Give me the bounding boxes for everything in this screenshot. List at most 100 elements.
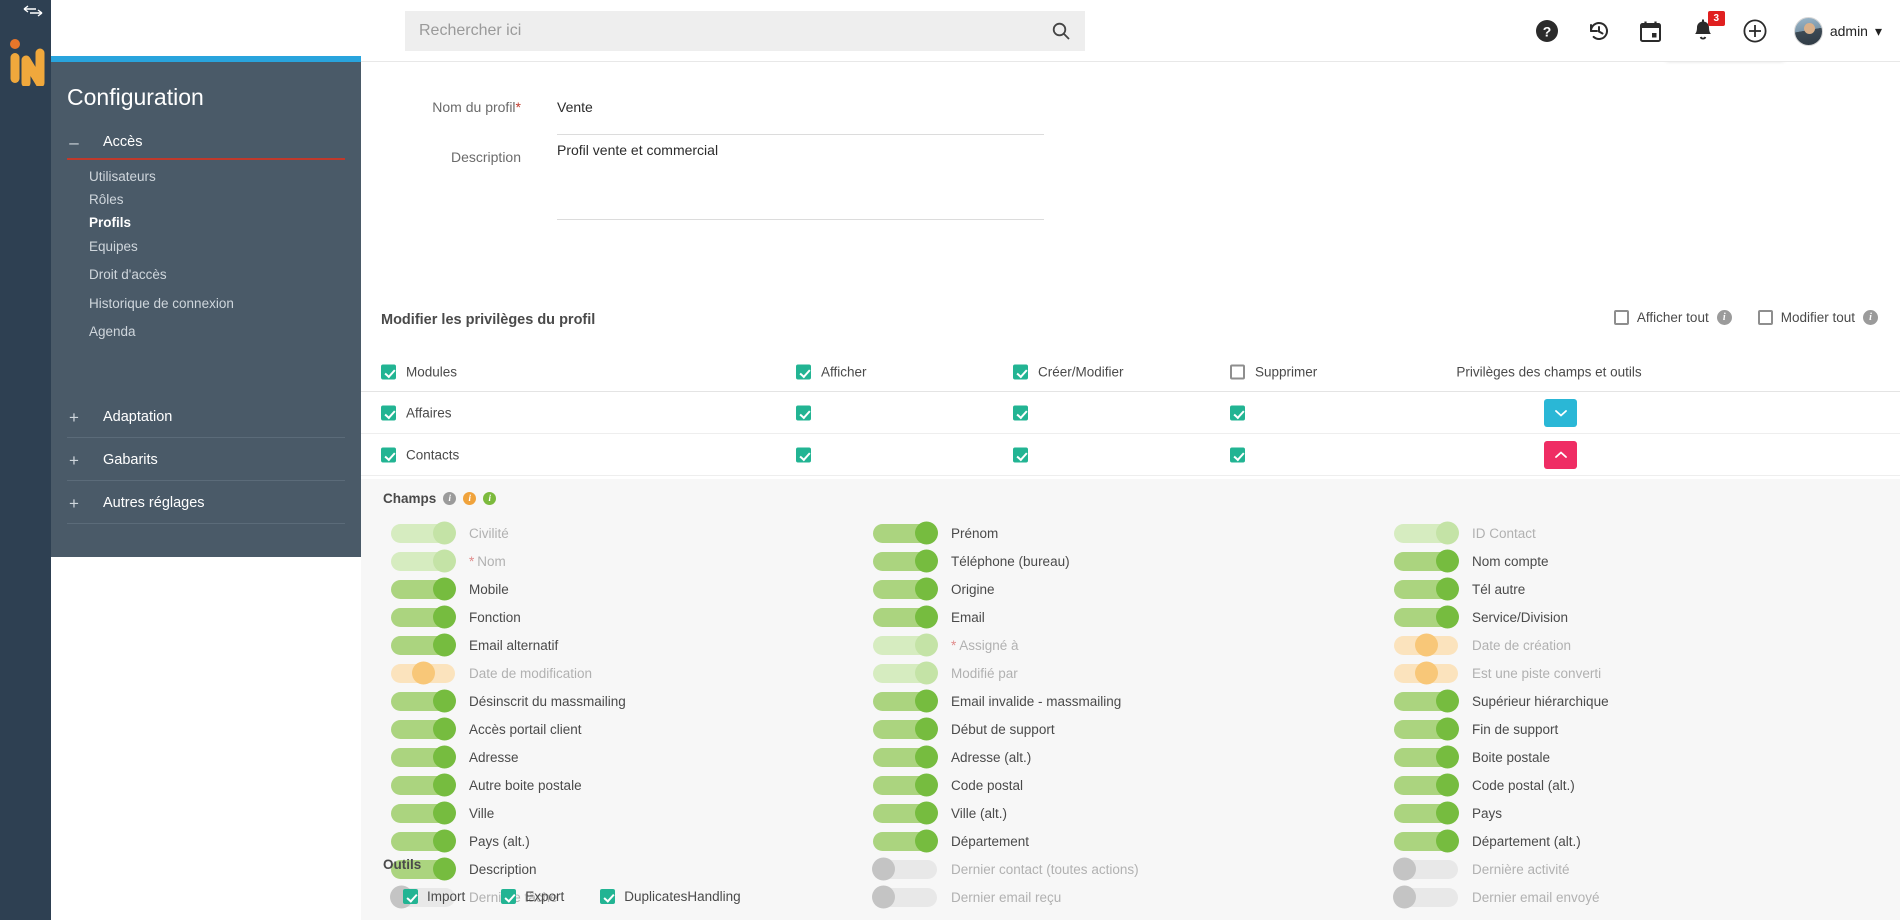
toggle-acces-portail-client[interactable]: [391, 717, 456, 741]
expand-affaires-button[interactable]: [1544, 398, 1577, 427]
tool-export[interactable]: Export: [501, 889, 564, 904]
sidebar-item-historique[interactable]: Historique de connexion: [89, 296, 234, 311]
tool-import[interactable]: Import: [403, 889, 465, 904]
user-menu[interactable]: admin ▾: [1793, 16, 1882, 46]
tool-label: Export: [525, 889, 565, 904]
toggle-date-de-creation[interactable]: [1394, 633, 1458, 657]
field-label: Autre boite postale: [469, 777, 582, 793]
legend-grey-info-icon[interactable]: i: [443, 492, 457, 505]
cell-supprimer[interactable]: [1230, 447, 1245, 462]
legend-orange-info-icon[interactable]: i: [463, 492, 477, 505]
toggle-dernier-contact[interactable]: [872, 857, 937, 881]
sidebar-group-adaptation[interactable]: + Adaptation: [67, 405, 172, 429]
toggle-departement-alt[interactable]: [1394, 829, 1459, 853]
toggle-email-invalide-massmailing[interactable]: [873, 689, 938, 713]
cell-afficher[interactable]: [796, 405, 811, 420]
info-icon[interactable]: i: [1863, 310, 1878, 325]
field-value-description[interactable]: Profil vente et commercial: [557, 142, 718, 158]
toggle-mobile[interactable]: [391, 577, 456, 601]
search-icon[interactable]: [1051, 21, 1071, 41]
column-header-creer-modifier[interactable]: Créer/Modifier: [1013, 364, 1124, 379]
toggle-autre-boite-postale[interactable]: [391, 773, 456, 797]
sidebar-item-equipes[interactable]: Equipes: [89, 239, 138, 254]
toggle-service-division[interactable]: [1394, 605, 1459, 629]
toggle-dernier-email-recu[interactable]: [872, 885, 937, 909]
field-value-nom-du-profil[interactable]: Vente: [557, 99, 593, 115]
sidebar-group-label: Gabarits: [103, 452, 158, 468]
field-row-description: Description: [391, 855, 626, 883]
sidebar-item-droit-d-acces[interactable]: Droit d'accès: [89, 267, 167, 282]
sidebar-item-utilisateurs[interactable]: Utilisateurs: [89, 169, 156, 184]
field-row-code-postal: Code postal: [873, 771, 1139, 799]
afficher-tout-checkbox[interactable]: Afficher tout i: [1613, 310, 1732, 325]
modifier-tout-checkbox[interactable]: Modifier tout i: [1757, 310, 1878, 325]
row-module-affaires[interactable]: Affaires: [381, 405, 452, 420]
toggle-nom[interactable]: [391, 549, 456, 573]
champs-title: Champs i i i: [383, 491, 497, 506]
sidebar-group-autres-reglages[interactable]: + Autres réglages: [67, 491, 205, 515]
collapse-arrows-icon[interactable]: [22, 4, 46, 20]
sidebar-group-acces[interactable]: – Accès: [67, 130, 142, 154]
toggle-civilite[interactable]: [391, 521, 456, 545]
toggle-departement[interactable]: [873, 829, 938, 853]
toggle-ville[interactable]: [391, 801, 456, 825]
toggle-origine[interactable]: [873, 577, 938, 601]
calendar-icon[interactable]: [1638, 18, 1664, 44]
column-header-supprimer[interactable]: Supprimer: [1230, 364, 1317, 379]
toggle-pays[interactable]: [1394, 801, 1459, 825]
toggle-id-contact[interactable]: [1394, 521, 1459, 545]
toggle-boite-postale[interactable]: [1394, 745, 1459, 769]
toggle-assigne-a[interactable]: [873, 633, 938, 657]
toggle-nom-compte[interactable]: [1394, 549, 1459, 573]
toggle-prenom[interactable]: [873, 521, 938, 545]
checkbox-box: [1757, 310, 1773, 325]
cell-creer-modifier[interactable]: [1013, 405, 1028, 420]
toggle-desinscrit-du-massmailing[interactable]: [391, 689, 456, 713]
user-name: admin: [1829, 23, 1868, 39]
field-label: Email alternatif: [469, 637, 559, 653]
global-search[interactable]: [405, 11, 1085, 51]
cell-supprimer[interactable]: [1230, 405, 1245, 420]
add-circle-icon[interactable]: [1742, 18, 1768, 44]
toggle-telephone-bureau[interactable]: [873, 549, 938, 573]
row-module-contacts[interactable]: Contacts: [381, 447, 459, 462]
sidebar-item-profils[interactable]: Profils: [89, 215, 131, 230]
toggle-derniere-activite[interactable]: [1393, 857, 1458, 881]
toggle-code-postal-alt[interactable]: [1394, 773, 1459, 797]
column-header-afficher[interactable]: Afficher: [796, 364, 867, 379]
field-label: Tél autre: [1472, 581, 1526, 597]
info-icon[interactable]: i: [1716, 310, 1732, 325]
toggle-est-une-piste-converti[interactable]: [1394, 661, 1458, 685]
column-header-modules[interactable]: Modules: [381, 364, 457, 379]
sidebar-item-agenda[interactable]: Agenda: [89, 324, 136, 339]
toggle-modifie-par[interactable]: [873, 661, 938, 685]
toggle-debut-de-support[interactable]: [873, 717, 938, 741]
field-label: Département (alt.): [1472, 833, 1581, 849]
toggle-code-postal[interactable]: [873, 773, 938, 797]
toggle-email[interactable]: [873, 605, 938, 629]
history-icon[interactable]: [1586, 18, 1612, 44]
help-icon[interactable]: ?: [1534, 18, 1560, 44]
toggle-fin-de-support[interactable]: [1394, 717, 1459, 741]
sidebar-item-roles[interactable]: Rôles: [89, 192, 124, 207]
collapse-contacts-button[interactable]: [1544, 440, 1577, 469]
modifier-tout-label: Modifier tout: [1780, 310, 1855, 325]
notifications-bell-icon[interactable]: 3: [1690, 11, 1725, 44]
toggle-fonction[interactable]: [391, 605, 456, 629]
toggle-date-de-modification[interactable]: [391, 661, 455, 685]
toggle-adresse-alt[interactable]: [873, 745, 938, 769]
cell-creer-modifier[interactable]: [1013, 447, 1028, 462]
toggle-pays-alt[interactable]: [391, 829, 456, 853]
legend-green-info-icon[interactable]: i: [483, 492, 497, 505]
sidebar-group-gabarits[interactable]: + Gabarits: [67, 448, 158, 472]
cell-afficher[interactable]: [796, 447, 811, 462]
toggle-tel-autre[interactable]: [1394, 577, 1459, 601]
toggle-adresse[interactable]: [391, 745, 456, 769]
search-input[interactable]: [419, 22, 1051, 40]
toggle-ville-alt[interactable]: [873, 801, 938, 825]
toggle-superieur-hierarchique[interactable]: [1394, 689, 1459, 713]
field-label: Email: [951, 609, 985, 625]
toggle-email-alternatif[interactable]: [391, 633, 456, 657]
tool-duplicateshandling[interactable]: DuplicatesHandling: [600, 889, 741, 904]
toggle-dernier-email-envoye[interactable]: [1393, 885, 1458, 909]
